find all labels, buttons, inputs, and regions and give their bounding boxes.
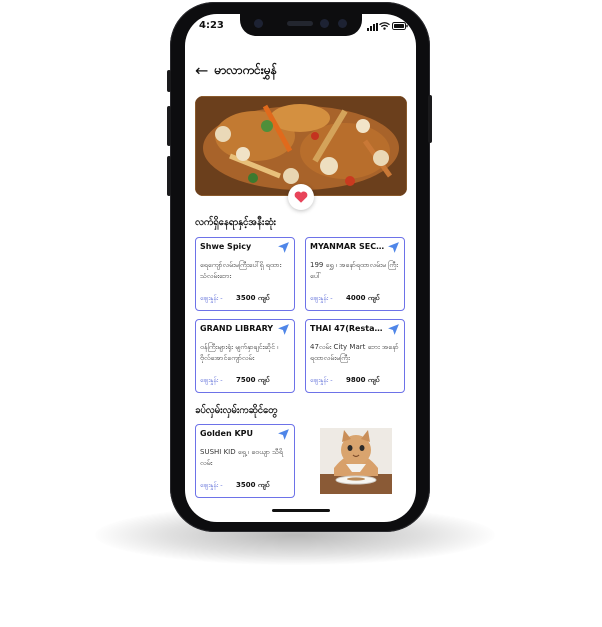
restaurant-name: MYANMAR SECRET — [310, 242, 388, 251]
restaurant-name: Shwe Spicy — [200, 242, 252, 251]
phone-mute-switch — [167, 70, 171, 92]
restaurant-name: GRAND LIBRARY — [200, 324, 274, 333]
restaurant-name: THAI 47(Restaurant & Bar) — [310, 324, 388, 333]
price-label: စျေးနှုန်း - — [200, 481, 223, 489]
favorite-button[interactable] — [288, 184, 314, 210]
price-value: 9800 ကျပ် — [346, 376, 380, 384]
status-time: 4:23 — [199, 20, 224, 31]
restaurant-address: SUSHI KID ရှေ့ ၊ ဝေယျာ သီရိလမ်း — [200, 448, 283, 467]
phone-volume-up — [167, 106, 171, 146]
price-label: စျေးနှုန်း - — [200, 376, 223, 384]
hero-food-image — [195, 96, 407, 196]
price-value: 3500 ကျပ် — [236, 481, 270, 489]
signal-icon — [367, 23, 378, 31]
price-label: စျေးနှုန်း - — [310, 294, 333, 302]
page-title: မာလာကင်းမွှန် — [214, 63, 277, 77]
battery-icon — [392, 22, 408, 30]
face-sensor-icon — [338, 19, 347, 28]
navigation-icon[interactable] — [277, 428, 290, 441]
camera-icon — [254, 19, 263, 28]
phone-volume-down — [167, 156, 171, 196]
restaurant-name: Golden KPU — [200, 429, 253, 438]
phone-power-button — [428, 95, 432, 143]
navigation-icon[interactable] — [387, 323, 400, 336]
restaurant-card[interactable]: Golden KPU SUSHI KID ရှေ့ ၊ ဝေယျာ သီရိလမ… — [195, 424, 295, 498]
home-indicator[interactable] — [272, 509, 330, 512]
restaurant-address: 47လမ်း City Mart ဘေး အနော်ရထာလမ်းမကြီး — [310, 343, 399, 362]
wifi-icon — [379, 22, 390, 30]
navigation-icon[interactable] — [387, 241, 400, 254]
restaurant-address: 199 ရွှေ ၊ အနော်ရထာလမ်းမ ကြီးပေါ် — [310, 261, 398, 280]
back-arrow-icon[interactable]: ← — [195, 63, 208, 79]
restaurant-card[interactable]: Shwe Spicy ရေကျော်လမ်းမကြီးပေါ်ရှိ ရထားသ… — [195, 237, 295, 311]
navigation-icon[interactable] — [277, 241, 290, 254]
speaker-grille — [287, 21, 313, 26]
restaurant-card[interactable]: GRAND LIBRARY ဝန်ကြီးများရုံး မျက်နှာချင… — [195, 319, 295, 393]
price-value: 4000 ကျပ် — [346, 294, 380, 302]
sensor-icon — [320, 19, 329, 28]
price-value: 7500 ကျပ် — [236, 376, 270, 384]
price-value: 3500 ကျပ် — [236, 294, 270, 302]
price-label: စျေးနှုန်း - — [310, 376, 333, 384]
restaurant-address: ရေကျော်လမ်းမကြီးပေါ်ရှိ ရထားသံလမ်းဘေး — [200, 261, 282, 280]
header: ← မာလာကင်းမွှန် — [195, 62, 277, 80]
section-title-nearby: လက်ရှိနေရာနှင့်အနီးဆုံး — [195, 217, 276, 228]
restaurant-card[interactable]: MYANMAR SECRET 199 ရွှေ ၊ အနော်ရထာလမ်းမ … — [305, 237, 405, 311]
heart-icon — [294, 191, 308, 203]
app-screen: 4:23 ← မာလာကင်းမွှန် လက်ရှိနေရာနှင့်အနီး… — [185, 14, 416, 522]
navigation-icon[interactable] — [277, 323, 290, 336]
price-label: စျေးနှုန်း - — [200, 294, 223, 302]
restaurant-address: ဝန်ကြီးများရုံး မျက်နှာချင်းဆိုင် ၊ ဗိုလ… — [200, 343, 279, 362]
notch — [240, 14, 362, 36]
cat-eating-image — [320, 428, 392, 494]
section-title-far: ခပ်လှမ်းလှမ်းကဆိုင်တွေ — [195, 405, 278, 416]
restaurant-card[interactable]: THAI 47(Restaurant & Bar) 47လမ်း City Ma… — [305, 319, 405, 393]
